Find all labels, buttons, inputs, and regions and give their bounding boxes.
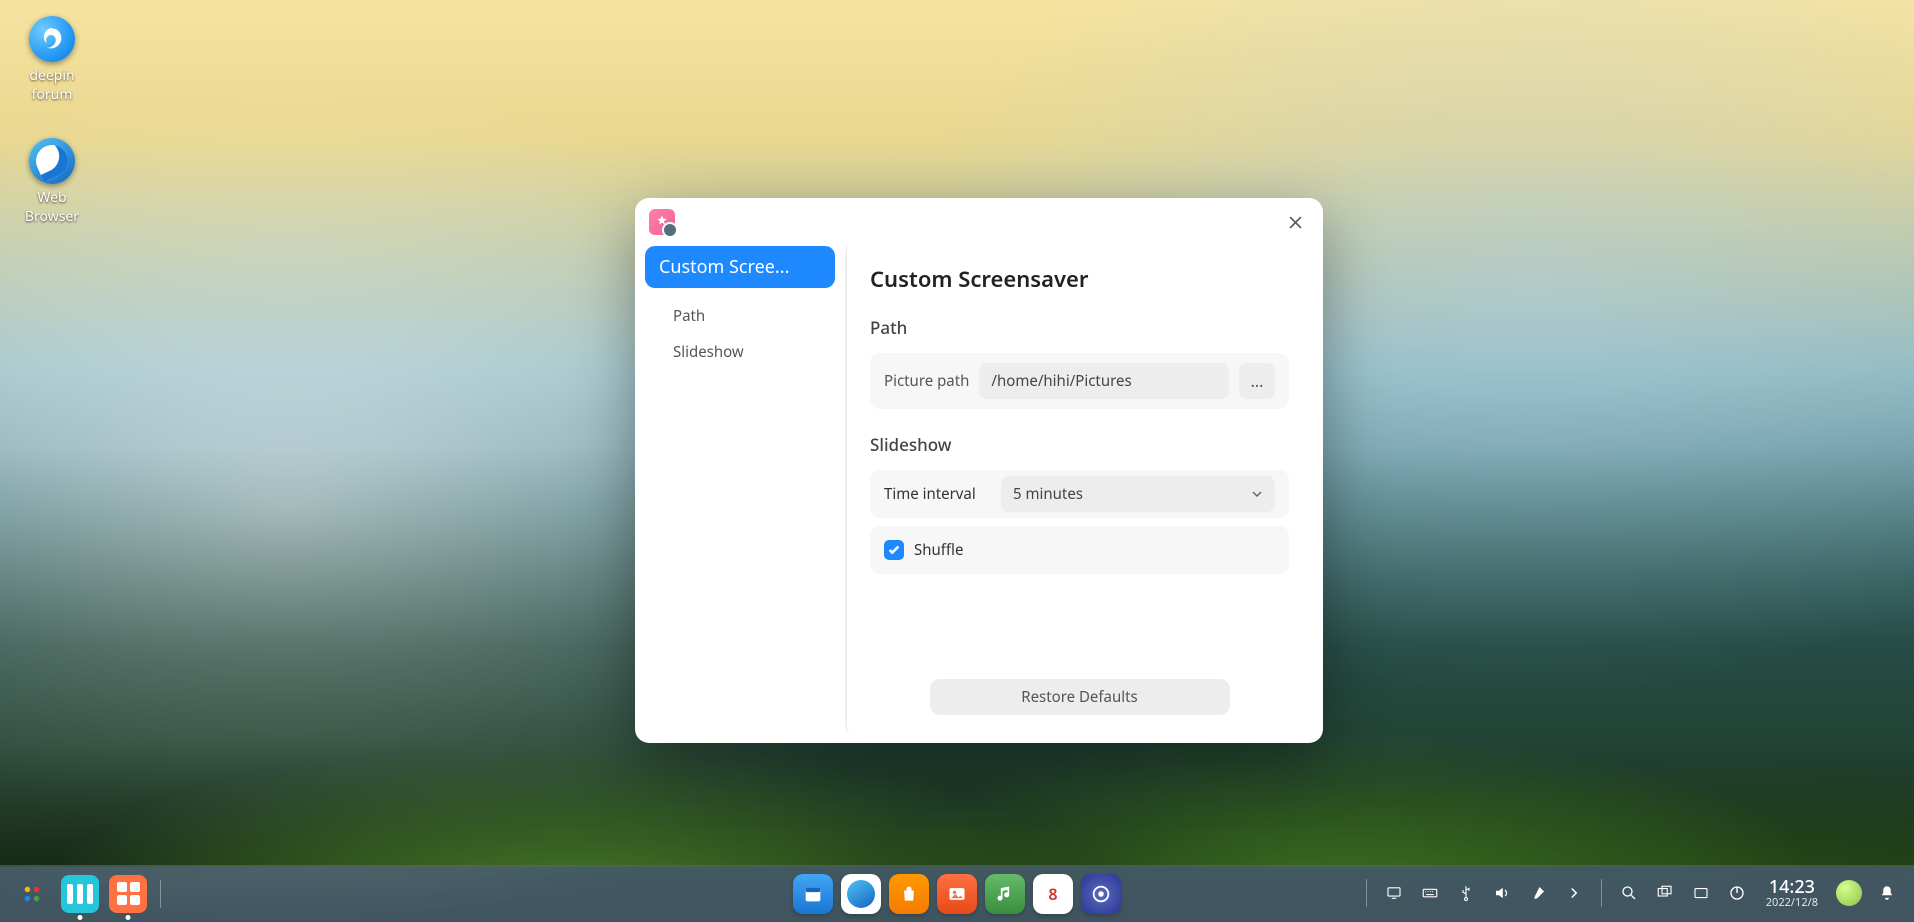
tray-notifications[interactable]: [1872, 878, 1902, 908]
workspace-grid-button[interactable]: [108, 874, 148, 914]
power-icon: [1728, 884, 1746, 902]
section-heading-path: Path: [870, 316, 1289, 339]
deepin-logo-icon: [29, 16, 75, 62]
calendar-app[interactable]: [793, 874, 833, 914]
restore-defaults-label: Restore Defaults: [1021, 687, 1137, 707]
keyboard-icon: [1421, 884, 1439, 902]
tray-separator: [1366, 879, 1367, 907]
picture-path-field[interactable]: /home/hihi/Pictures: [979, 363, 1229, 399]
restore-defaults-button[interactable]: Restore Defaults: [930, 679, 1230, 715]
chevron-right-icon: [1565, 884, 1583, 902]
desktop-icon-label: Web Browser: [10, 188, 94, 226]
clock-date: 2022/12/8: [1766, 897, 1818, 909]
tray-system-monitor[interactable]: [1836, 880, 1862, 906]
screenshot-icon: [1692, 884, 1710, 902]
multitasking-button[interactable]: [60, 874, 100, 914]
sidebar-item-label: Custom Scree...: [659, 255, 789, 279]
taskbar-clock[interactable]: 14:23 2022/12/8: [1758, 878, 1826, 910]
tray-power[interactable]: [1722, 878, 1752, 908]
desktop-icon: [1385, 884, 1403, 902]
time-interval-value: 5 minutes: [1013, 484, 1083, 504]
shuffle-checkbox[interactable]: [884, 540, 904, 560]
launcher-icon: [21, 883, 43, 905]
sidebar-item-path[interactable]: Path: [673, 298, 835, 334]
shuffle-label: Shuffle: [914, 540, 963, 560]
tray-usb[interactable]: [1451, 878, 1481, 908]
music-app[interactable]: [985, 874, 1025, 914]
taskbar: 8 14:23 2022/12/8: [0, 865, 1914, 922]
time-interval-row: Time interval 5 minutes: [870, 470, 1289, 518]
image-viewer-app[interactable]: [937, 874, 977, 914]
tray-multitask[interactable]: [1650, 878, 1680, 908]
sidebar-item-label: Path: [673, 306, 705, 326]
browse-button[interactable]: ...: [1239, 363, 1275, 399]
sidebar-item-label: Slideshow: [673, 342, 744, 362]
settings-app[interactable]: [1081, 874, 1121, 914]
picture-path-row: Picture path /home/hihi/Pictures ...: [870, 353, 1289, 409]
tray-more[interactable]: [1559, 878, 1589, 908]
content-pane: Custom Screensaver Path Picture path /ho…: [845, 246, 1313, 733]
tray-volume[interactable]: [1487, 878, 1517, 908]
tray-desktop[interactable]: [1379, 878, 1409, 908]
brush-icon: [1529, 884, 1547, 902]
bell-icon: [1878, 884, 1896, 902]
gear-icon: [1090, 883, 1112, 905]
desktop-icon-deepin-forum[interactable]: deepin forum: [10, 16, 94, 104]
desktop-icon-web-browser[interactable]: Web Browser: [10, 138, 94, 226]
desktop-icon-label: deepin forum: [10, 66, 94, 104]
volume-icon: [1493, 884, 1511, 902]
multitasking-icon: [61, 875, 99, 913]
browser-logo-icon: [29, 138, 75, 184]
browser-icon: [847, 880, 875, 908]
chevron-down-icon: [1251, 488, 1263, 500]
browse-button-label: ...: [1251, 370, 1264, 392]
sidebar-item-slideshow[interactable]: Slideshow: [673, 334, 835, 370]
date-number-icon: 8: [1048, 883, 1057, 905]
app-icon: [649, 209, 675, 235]
sidebar-item-custom-screensaver[interactable]: Custom Scree...: [645, 246, 835, 288]
date-app[interactable]: 8: [1033, 874, 1073, 914]
browser-app[interactable]: [841, 874, 881, 914]
search-icon: [1620, 884, 1638, 902]
picture-path-value: /home/hihi/Pictures: [991, 371, 1131, 391]
tray-keyboard[interactable]: [1415, 878, 1445, 908]
close-icon: [1289, 216, 1302, 229]
check-icon: [887, 543, 901, 557]
tray-theme[interactable]: [1523, 878, 1553, 908]
screensaver-settings-window: Custom Scree... Path Slideshow Custom Sc…: [635, 198, 1323, 743]
window-titlebar[interactable]: [635, 198, 1323, 246]
page-title: Custom Screensaver: [870, 264, 1289, 294]
tray-search[interactable]: [1614, 878, 1644, 908]
shuffle-row: Shuffle: [870, 526, 1289, 574]
app-store[interactable]: [889, 874, 929, 914]
section-heading-slideshow: Slideshow: [870, 433, 1289, 456]
music-icon: [995, 884, 1015, 904]
time-interval-label: Time interval: [884, 484, 976, 504]
grid-icon: [109, 875, 147, 913]
bag-icon: [899, 884, 919, 904]
close-button[interactable]: [1281, 208, 1309, 236]
tray-screenshot[interactable]: [1686, 878, 1716, 908]
image-icon: [947, 884, 967, 904]
tray-separator: [1601, 879, 1602, 907]
calendar-icon: [802, 883, 824, 905]
taskbar-separator: [160, 880, 161, 908]
time-interval-select[interactable]: 5 minutes: [1001, 476, 1275, 512]
picture-path-label: Picture path: [884, 371, 969, 391]
windows-icon: [1656, 884, 1674, 902]
launcher-button[interactable]: [12, 874, 52, 914]
sidebar: Custom Scree... Path Slideshow: [645, 246, 835, 733]
usb-icon: [1457, 884, 1475, 902]
